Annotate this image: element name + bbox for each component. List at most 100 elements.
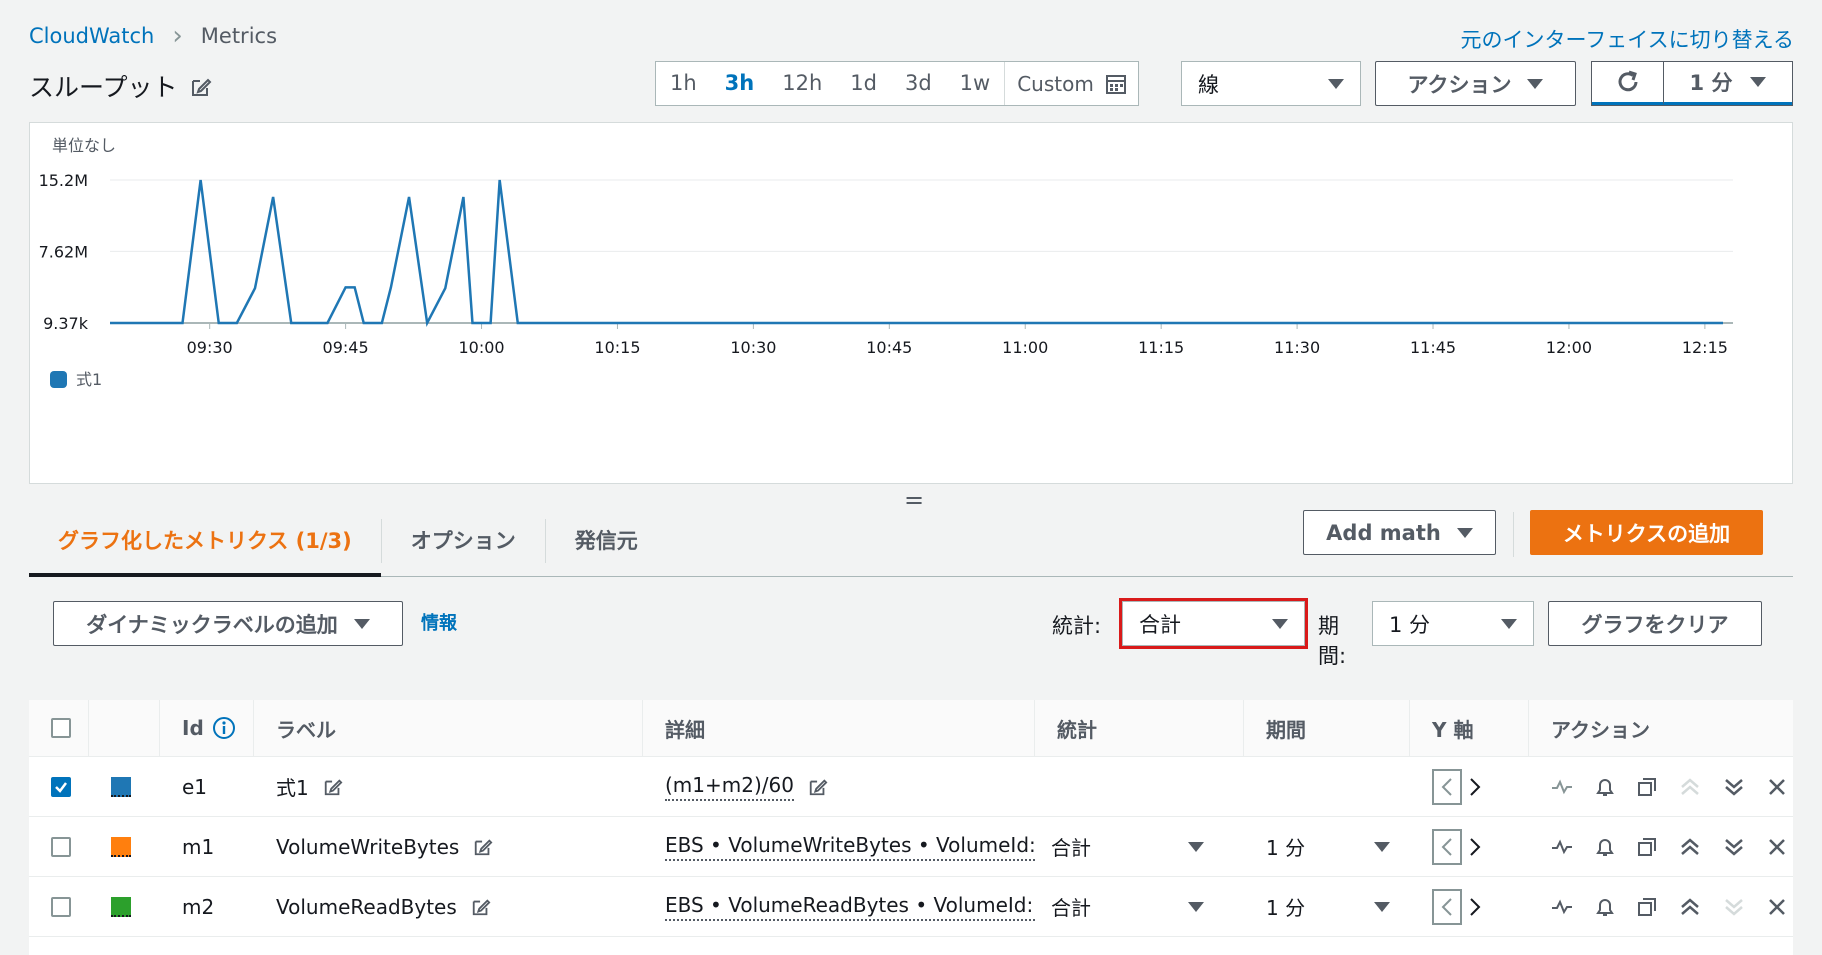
range-3d[interactable]: 3d (891, 62, 946, 105)
pulse-icon[interactable] (1551, 778, 1573, 796)
row-stat-select[interactable]: 合計 (1035, 877, 1244, 937)
row-details-text[interactable]: (m1+m2)/60 (665, 773, 794, 801)
period-select[interactable]: 1 分 (1372, 601, 1534, 646)
range-1h[interactable]: 1h (656, 62, 711, 105)
y-tick-label: 15.2M (39, 171, 88, 190)
legend-swatch (50, 371, 67, 388)
add-metrics-button[interactable]: メトリクスの追加 (1530, 510, 1763, 555)
copy-icon[interactable] (1637, 837, 1657, 857)
info-link[interactable]: 情報 (421, 609, 457, 635)
row-checkbox[interactable] (51, 776, 71, 797)
graph-type-value: 線 (1198, 72, 1219, 97)
breadcrumb-cloudwatch[interactable]: CloudWatch (29, 24, 154, 48)
close-icon[interactable] (1767, 777, 1787, 797)
add-dynamic-label-button[interactable]: ダイナミックラベルの追加 (53, 601, 403, 646)
range-3h[interactable]: 3h (711, 62, 769, 105)
pulse-icon[interactable] (1551, 838, 1573, 856)
move-up-icon[interactable] (1679, 777, 1701, 797)
move-down-icon[interactable] (1723, 897, 1745, 917)
add-math-label: Add math (1326, 520, 1441, 545)
x-tick-label: 11:00 (1002, 338, 1048, 357)
refresh-button[interactable] (1592, 62, 1664, 105)
move-up-icon[interactable] (1679, 897, 1701, 917)
actions-button[interactable]: アクション (1375, 61, 1576, 106)
add-math-button[interactable]: Add math (1303, 510, 1496, 555)
info-icon[interactable] (212, 716, 236, 740)
clear-graph-button[interactable]: グラフをクリア (1548, 601, 1762, 646)
move-down-icon[interactable] (1723, 777, 1745, 797)
caret-down-icon (1527, 78, 1544, 89)
legend-label: 式1 (76, 370, 102, 389)
refresh-interval-select[interactable]: 1 分 (1664, 62, 1792, 105)
add-dynamic-label-text: ダイナミックラベルの追加 (86, 612, 338, 637)
range-custom[interactable]: Custom (1004, 62, 1138, 105)
y-axis-right-button[interactable] (1468, 897, 1482, 917)
range-12h[interactable]: 12h (768, 62, 836, 105)
x-tick-label: 09:30 (187, 338, 233, 357)
row-period-select[interactable]: 1 分 (1244, 877, 1410, 937)
row-label: VolumeReadBytes (254, 877, 643, 937)
row-details-text[interactable]: EBS • VolumeReadBytes • VolumeId: vo (665, 893, 1035, 921)
edit-icon[interactable] (471, 897, 491, 917)
bell-icon[interactable] (1595, 776, 1615, 798)
x-tick-label: 09:45 (323, 338, 369, 357)
row-checkbox[interactable] (51, 896, 71, 917)
row-y-axis (1410, 817, 1529, 877)
caret-down-icon (1272, 618, 1288, 629)
row-color (89, 757, 160, 817)
y-axis-left-button[interactable] (1432, 888, 1462, 925)
chevron-right-icon: › (172, 21, 183, 51)
y-axis-right-button[interactable] (1468, 837, 1482, 857)
period-label-line2: 間: (1318, 644, 1347, 668)
y-tick-label: 9.37k (43, 314, 89, 333)
row-y-axis (1410, 757, 1529, 817)
row-select (29, 757, 89, 817)
edit-icon[interactable] (808, 777, 828, 797)
refresh-interval-value: 1 分 (1689, 71, 1733, 95)
header-color (89, 699, 160, 757)
edit-icon[interactable] (323, 777, 343, 797)
edit-icon[interactable] (190, 75, 212, 97)
copy-icon[interactable] (1637, 777, 1657, 797)
stat-select[interactable]: 合計 (1119, 598, 1308, 649)
bell-icon[interactable] (1595, 836, 1615, 858)
color-swatch[interactable] (111, 776, 131, 797)
calendar-icon (1105, 74, 1126, 94)
caret-down-icon (1750, 77, 1767, 87)
bell-icon[interactable] (1595, 896, 1615, 918)
close-icon[interactable] (1767, 837, 1787, 857)
caret-down-icon (353, 618, 370, 629)
select-all-checkbox[interactable] (51, 718, 71, 738)
copy-icon[interactable] (1637, 897, 1657, 917)
x-tick-label: 12:15 (1682, 338, 1728, 357)
header-y-axis: Y 軸 (1410, 699, 1529, 757)
tab-options[interactable]: オプション (382, 505, 545, 577)
color-swatch[interactable] (111, 896, 131, 917)
pulse-icon[interactable] (1551, 898, 1573, 916)
stat-label: 統計: (1052, 614, 1102, 638)
y-axis-right-button[interactable] (1468, 777, 1482, 797)
row-details: EBS • VolumeWriteBytes • VolumeId: vc (643, 817, 1035, 877)
edit-icon[interactable] (473, 837, 493, 857)
graph-type-select[interactable]: 線 (1181, 61, 1361, 106)
move-down-icon[interactable] (1723, 837, 1745, 857)
move-up-icon[interactable] (1679, 837, 1701, 857)
y-axis-left-button[interactable] (1432, 768, 1462, 805)
divider (1513, 512, 1514, 557)
tab-source[interactable]: 発信元 (546, 505, 667, 577)
tab-graphed-metrics[interactable]: グラフ化したメトリクス (1/3) (29, 505, 381, 577)
close-icon[interactable] (1767, 897, 1787, 917)
row-period-select[interactable]: 1 分 (1244, 817, 1410, 877)
y-axis-left-button[interactable] (1432, 828, 1462, 865)
switch-interface-link[interactable]: 元のインターフェイスに切り替える (1461, 24, 1794, 54)
x-tick-label: 10:15 (594, 338, 640, 357)
color-swatch[interactable] (111, 836, 131, 857)
range-1w[interactable]: 1w (946, 62, 1005, 105)
refresh-icon (1618, 70, 1637, 92)
tab-bar: グラフ化したメトリクス (1/3) オプション 発信元 (29, 505, 1793, 577)
range-1d[interactable]: 1d (836, 62, 891, 105)
row-details-text[interactable]: EBS • VolumeWriteBytes • VolumeId: vc (665, 833, 1035, 861)
row-stat-value: 合計 (1051, 896, 1091, 920)
row-stat-select[interactable]: 合計 (1035, 817, 1244, 877)
row-checkbox[interactable] (51, 836, 71, 857)
